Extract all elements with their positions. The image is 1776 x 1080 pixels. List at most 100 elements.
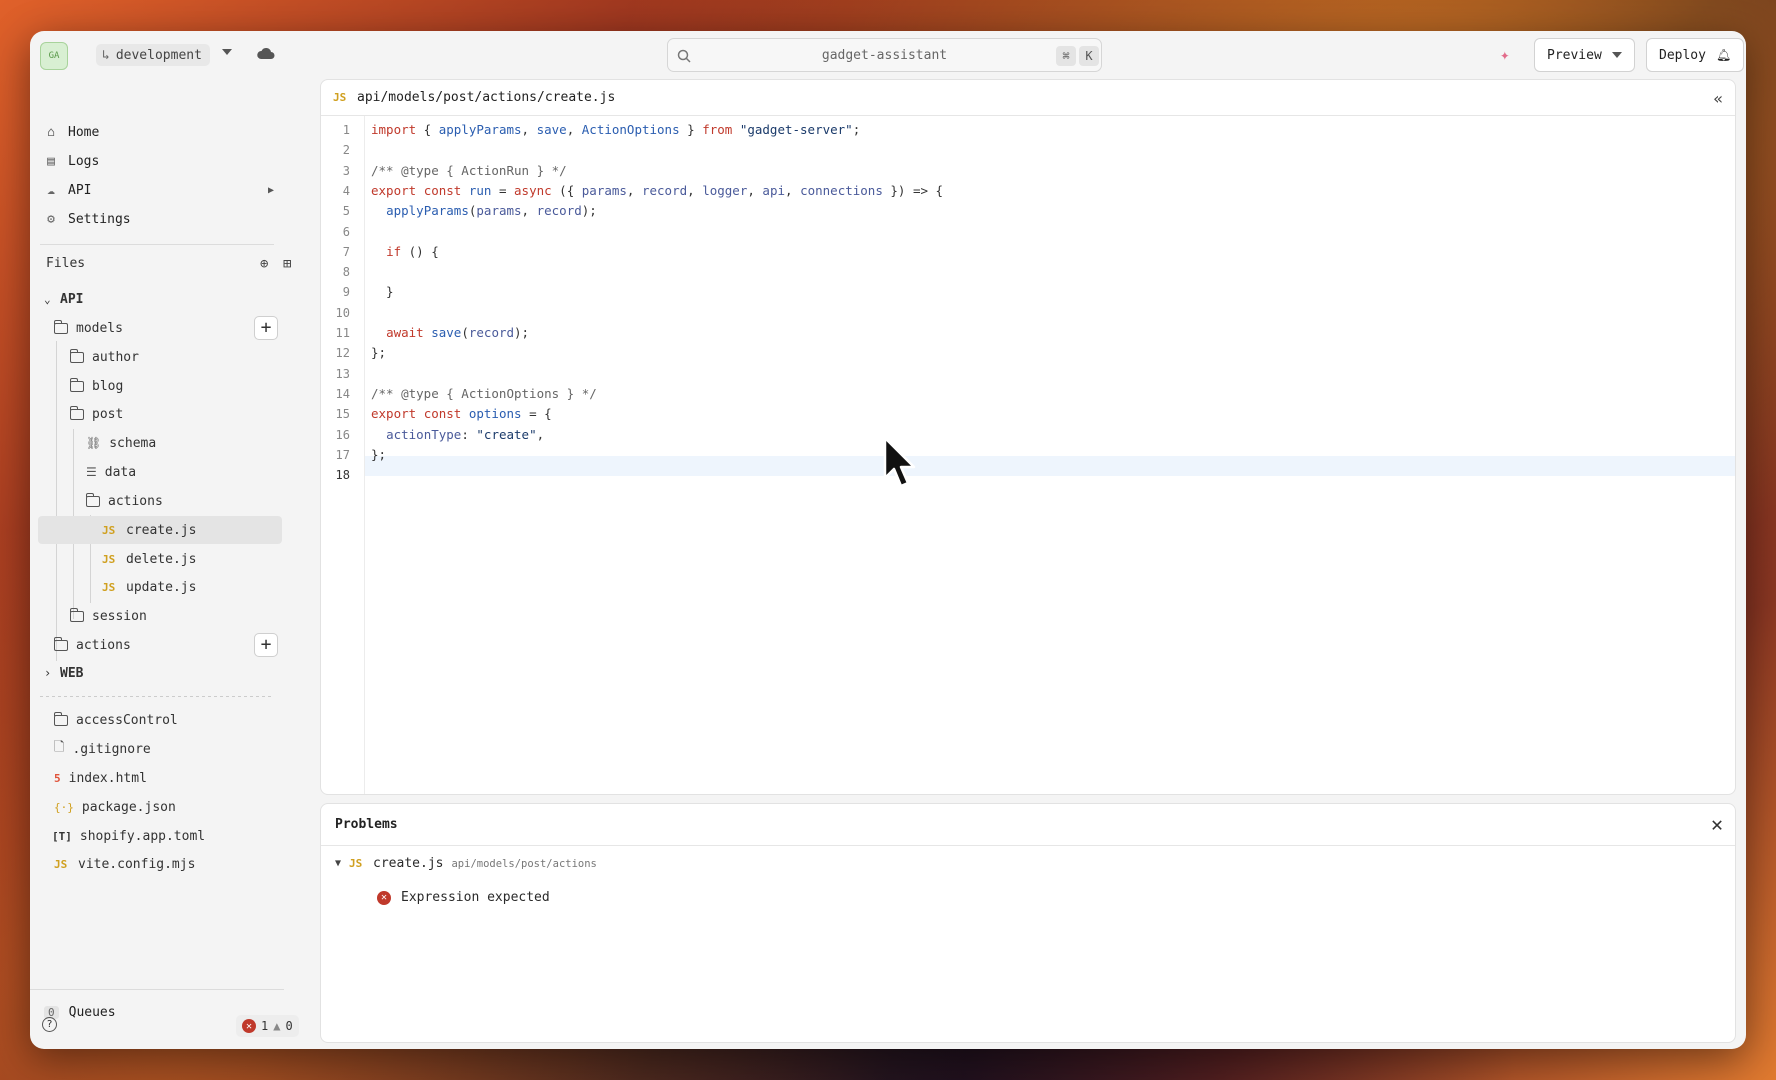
- new-folder-icon[interactable]: ⊞: [283, 256, 291, 272]
- add-action-button[interactable]: +: [254, 633, 278, 657]
- problems-title: Problems: [335, 817, 398, 832]
- code-line[interactable]: export const run = async ({ params, reco…: [371, 181, 943, 201]
- nav-settings[interactable]: ⚙ Settings: [44, 208, 131, 230]
- tree-file-create[interactable]: JS create.js: [38, 516, 282, 544]
- tree-file-delete[interactable]: JS delete.js: [38, 545, 282, 573]
- code-line[interactable]: /** @type { ActionRun } */: [371, 161, 567, 181]
- chevron-right-icon: ›: [44, 666, 52, 680]
- code-line[interactable]: export const options = {: [371, 404, 552, 424]
- deploy-button[interactable]: Deploy 🔔︎: [1646, 38, 1745, 72]
- cloud-sync-icon[interactable]: [256, 45, 276, 63]
- chevron-down-icon: ⌄: [44, 292, 51, 306]
- preview-button[interactable]: Preview: [1534, 38, 1635, 72]
- error-icon: ✕: [242, 1019, 256, 1033]
- mouse-cursor: [883, 436, 916, 488]
- folder-icon: [69, 377, 84, 392]
- tree-label: actions: [108, 493, 163, 509]
- code-line[interactable]: actionType: "create",: [371, 425, 544, 445]
- problem-file-row[interactable]: ▼ JS create.js api/models/post/actions: [335, 856, 597, 871]
- file-icon: 🗋︎: [54, 740, 65, 755]
- problem-item[interactable]: ✕ Expression expected: [377, 890, 550, 905]
- line-number: 1: [342, 123, 350, 137]
- tree-folder-session[interactable]: session: [38, 602, 282, 630]
- tree-label: data: [104, 464, 137, 480]
- code-line[interactable]: }: [371, 282, 394, 302]
- help-icon[interactable]: ?: [42, 1017, 57, 1032]
- dashed-divider: [40, 696, 274, 697]
- search-input[interactable]: gadget-assistant ⌘ K: [667, 38, 1102, 72]
- line-gutter: 1 2 3 4 5 6 7 8 9 10 11 12 13 14 15 16 17 18: [321, 116, 365, 794]
- tree-file-shopify-toml[interactable]: [T] shopify.app.toml: [38, 822, 282, 850]
- tree-section-web[interactable]: › WEB: [38, 659, 282, 687]
- branch-name: development: [115, 47, 202, 63]
- folder-open-icon: [53, 319, 68, 334]
- app-window: GA ↳ development gadget-assistant ⌘ K ✦ …: [30, 31, 1746, 1049]
- code-line[interactable]: if () {: [371, 242, 439, 262]
- nav-home[interactable]: ⌂ Home: [44, 121, 99, 143]
- tree-label: .gitignore: [72, 741, 151, 757]
- chevron-down-icon[interactable]: [222, 49, 232, 55]
- tree-label: actions: [76, 637, 131, 653]
- file-path: api/models/post/actions/create.js: [357, 90, 616, 105]
- line-number: 16: [335, 427, 350, 442]
- code-line[interactable]: applyParams(params, record);: [371, 201, 597, 221]
- tree-file-package-json[interactable]: {·} package.json: [38, 793, 282, 821]
- branch-selector[interactable]: ↳ development: [96, 44, 210, 66]
- tree-folder-models[interactable]: models +: [38, 314, 282, 342]
- chevron-down-icon: ▼: [335, 858, 342, 869]
- tree-folder-blog[interactable]: blog: [38, 372, 282, 400]
- tree-file-update[interactable]: JS update.js: [38, 573, 282, 601]
- tree-item-data[interactable]: ☰ data: [38, 458, 282, 486]
- problem-file-path: api/models/post/actions: [451, 857, 597, 870]
- line-number: 10: [335, 305, 350, 320]
- line-number: 18: [335, 468, 350, 483]
- code-line[interactable]: };: [371, 445, 386, 465]
- tree-label: index.html: [68, 770, 147, 786]
- search-value: gadget-assistant: [821, 47, 948, 63]
- add-model-button[interactable]: +: [254, 316, 278, 340]
- line-number: 17: [335, 447, 350, 462]
- new-file-icon[interactable]: ⊕: [260, 256, 268, 272]
- code-line[interactable]: /** @type { ActionOptions } */: [371, 384, 597, 404]
- nav-logs[interactable]: ▤ Logs: [44, 150, 99, 172]
- home-icon: ⌂: [47, 124, 55, 140]
- tree-folder-author[interactable]: author: [38, 343, 282, 371]
- code-line[interactable]: };: [371, 343, 386, 363]
- nav-label: Settings: [68, 211, 131, 227]
- warning-count: 0: [285, 1019, 293, 1033]
- line-number: 8: [342, 265, 350, 280]
- problems-status-badge[interactable]: ✕ 1 ▲ 0: [236, 1015, 299, 1037]
- tree-folder-actions-root[interactable]: actions +: [38, 631, 282, 659]
- code-line[interactable]: await save(record);: [371, 323, 529, 343]
- divider: [30, 989, 284, 990]
- branch-icon: ↳: [102, 47, 110, 63]
- js-file-icon: JS: [54, 857, 68, 871]
- sparkle-icon[interactable]: ✦: [1500, 45, 1520, 65]
- tree-section-api[interactable]: ⌄ API: [38, 285, 282, 313]
- tree-label: create.js: [126, 522, 197, 538]
- folder-icon: [53, 711, 68, 726]
- toml-file-icon: [T]: [52, 829, 72, 843]
- js-file-icon: JS: [333, 91, 347, 104]
- cloud-icon: ☁: [47, 182, 55, 198]
- collapse-icon[interactable]: «: [1713, 89, 1723, 108]
- line-number: 6: [342, 224, 350, 239]
- problems-header: Problems ✕: [321, 804, 1735, 846]
- tree-label: vite.config.mjs: [78, 856, 196, 872]
- nav-api[interactable]: ☁ API ▶: [44, 179, 274, 201]
- code-editor[interactable]: JS api/models/post/actions/create.js « 1…: [320, 79, 1736, 795]
- tree-file-gitignore[interactable]: 🗋︎ .gitignore: [38, 735, 282, 763]
- code-line[interactable]: import { applyParams, save, ActionOption…: [371, 120, 860, 140]
- tree-folder-accesscontrol[interactable]: accessControl: [38, 706, 282, 734]
- line-number: 13: [335, 366, 350, 381]
- tree-folder-post[interactable]: post: [38, 400, 282, 428]
- folder-icon: [53, 636, 68, 651]
- tree-file-index-html[interactable]: 5 index.html: [38, 764, 282, 792]
- close-icon[interactable]: ✕: [1711, 814, 1723, 834]
- app-logo[interactable]: GA: [40, 42, 68, 70]
- tree-item-schema[interactable]: ⛓ schema: [38, 429, 282, 457]
- tree-file-vite-config[interactable]: JS vite.config.mjs: [38, 850, 282, 878]
- tree-folder-actions[interactable]: actions: [38, 487, 282, 515]
- line-number: 9: [342, 285, 350, 300]
- editor-tab[interactable]: JS api/models/post/actions/create.js «: [321, 80, 1735, 116]
